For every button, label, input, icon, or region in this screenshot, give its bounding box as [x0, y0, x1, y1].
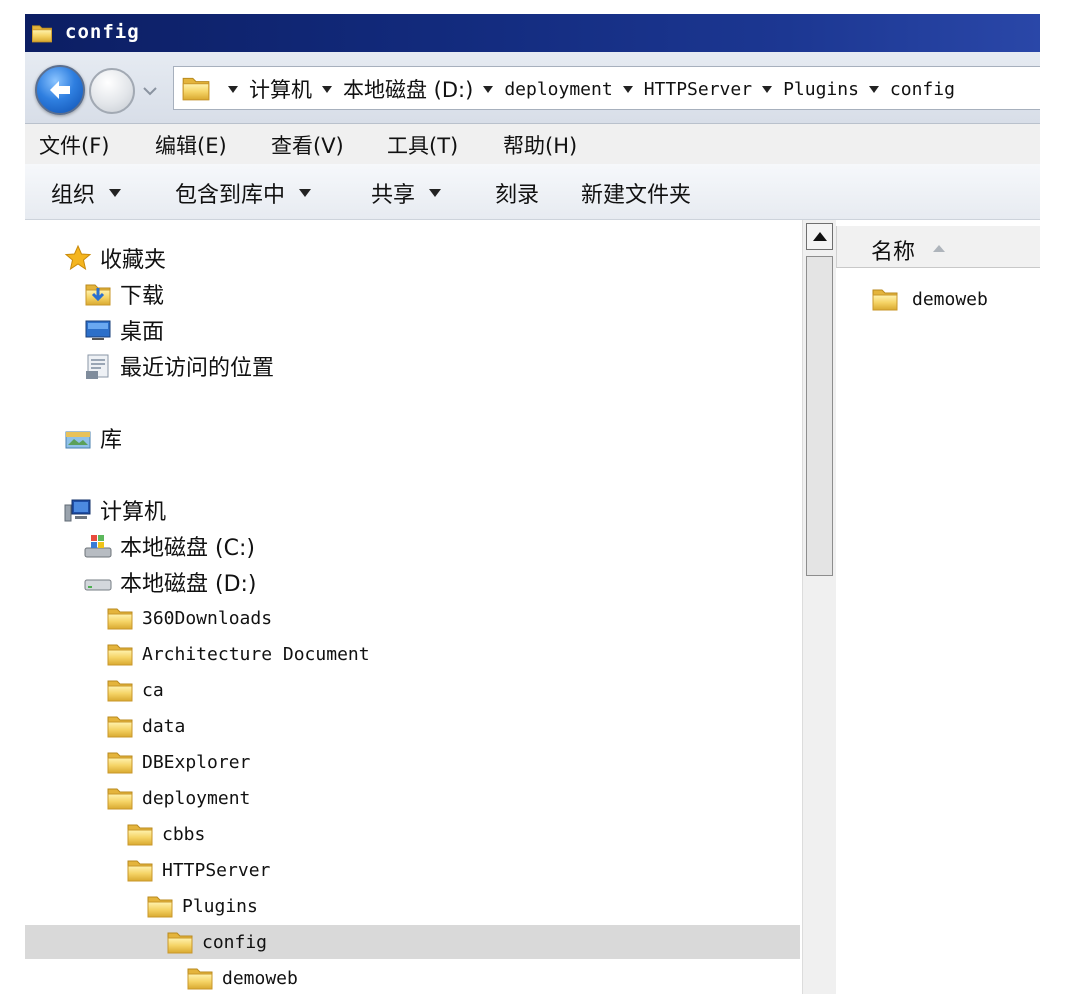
- column-header-name[interactable]: 名称: [836, 226, 1040, 268]
- folder-icon: [105, 603, 135, 633]
- menu-edit[interactable]: 编辑(E): [155, 130, 227, 160]
- menu-help[interactable]: 帮助(H): [503, 130, 577, 160]
- tree-folder-ca[interactable]: ca: [105, 673, 164, 707]
- forward-button[interactable]: [89, 68, 135, 114]
- history-chevron-icon[interactable]: [139, 80, 161, 102]
- dropdown-caret-icon: [299, 189, 312, 197]
- folder-icon: [180, 72, 212, 104]
- folder-icon: [165, 927, 195, 957]
- downloads-folder-icon: [83, 279, 113, 309]
- folder-icon: [125, 855, 155, 885]
- window-title: config: [65, 21, 140, 43]
- tree-folder-cbbs[interactable]: cbbs: [125, 817, 205, 851]
- breadcrumb-item-drive-d[interactable]: 本地磁盘 (D:): [312, 74, 473, 104]
- tree-item-recent-places[interactable]: 最近访问的位置: [83, 349, 274, 383]
- folder-icon: [105, 783, 135, 813]
- tree-folder-config[interactable]: config: [165, 925, 267, 959]
- libraries-icon: [65, 431, 91, 449]
- chevron-down-icon[interactable]: [322, 85, 332, 93]
- desktop-icon: [85, 320, 111, 340]
- breadcrumb-item-plugins[interactable]: Plugins: [752, 79, 859, 100]
- breadcrumb-item-config[interactable]: config: [859, 79, 955, 100]
- breadcrumb-item-httpserver[interactable]: HTTPServer: [613, 79, 752, 100]
- tree-item-drive-c[interactable]: 本地磁盘 (C:): [83, 529, 255, 563]
- share-button[interactable]: 共享: [371, 177, 442, 209]
- tree-folder-deployment[interactable]: deployment: [105, 781, 250, 815]
- explorer-window: config 计算机 本地磁盘 (D:) deployment HTTPServ…: [25, 14, 1040, 994]
- chevron-down-icon[interactable]: [762, 85, 773, 93]
- organize-button[interactable]: 组织: [51, 177, 122, 209]
- navigation-bar: 计算机 本地磁盘 (D:) deployment HTTPServer Plug…: [25, 52, 1040, 124]
- folder-icon: [185, 963, 215, 993]
- folder-icon: [105, 675, 135, 705]
- include-in-library-button[interactable]: 包含到库中: [175, 177, 312, 209]
- chevron-down-icon[interactable]: [228, 85, 238, 93]
- address-bar[interactable]: 计算机 本地磁盘 (D:) deployment HTTPServer Plug…: [173, 66, 1040, 110]
- menu-bar: 文件(F) 编辑(E) 查看(V) 工具(T) 帮助(H): [25, 124, 1040, 164]
- tree-scrollbar[interactable]: [802, 220, 836, 994]
- navigation-tree: 收藏夹 下载 桌面 最近访问的位置 库 计算机 本地磁盘 (C:) 本地磁盘 (…: [25, 220, 802, 994]
- scroll-up-button[interactable]: [806, 223, 833, 250]
- scroll-thumb[interactable]: [806, 256, 833, 576]
- tree-folder-360downloads[interactable]: 360Downloads: [105, 601, 272, 635]
- folder-icon: [125, 819, 155, 849]
- drive-icon: [84, 579, 112, 591]
- folder-icon: [105, 747, 135, 777]
- tree-item-drive-d[interactable]: 本地磁盘 (D:): [83, 565, 257, 599]
- burn-button[interactable]: 刻录: [495, 177, 539, 209]
- title-bar[interactable]: config: [25, 14, 1040, 52]
- star-icon: [64, 244, 92, 271]
- tree-item-desktop[interactable]: 桌面: [83, 313, 164, 347]
- tree-folder-data[interactable]: data: [105, 709, 185, 743]
- computer-icon: [64, 499, 91, 522]
- menu-file[interactable]: 文件(F): [39, 130, 109, 160]
- back-button[interactable]: [35, 65, 85, 115]
- recent-places-icon: [86, 354, 109, 379]
- dropdown-caret-icon: [429, 189, 442, 197]
- dropdown-caret-icon: [109, 189, 122, 197]
- menu-tools[interactable]: 工具(T): [387, 130, 458, 160]
- tree-item-downloads[interactable]: 下载: [83, 277, 164, 311]
- new-folder-button[interactable]: 新建文件夹: [581, 177, 691, 209]
- breadcrumb: 计算机 本地磁盘 (D:) deployment HTTPServer Plug…: [218, 67, 955, 109]
- sort-ascending-icon: [933, 245, 945, 252]
- tree-item-computer[interactable]: 计算机: [63, 493, 166, 527]
- back-arrow-icon: [50, 81, 70, 99]
- folder-icon: [105, 639, 135, 669]
- chevron-down-icon[interactable]: [622, 85, 633, 93]
- file-list-pane: 名称 demoweb: [836, 220, 1040, 994]
- chevron-down-icon[interactable]: [868, 85, 879, 93]
- tree-item-libraries[interactable]: 库: [63, 421, 122, 455]
- command-bar: 组织 包含到库中 共享 刻录 新建文件夹: [25, 164, 1040, 220]
- breadcrumb-item-computer[interactable]: 计算机: [218, 74, 312, 104]
- folder-icon: [105, 711, 135, 741]
- tree-folder-demoweb[interactable]: demoweb: [185, 961, 298, 994]
- list-item[interactable]: demoweb: [870, 284, 988, 314]
- tree-item-favorites[interactable]: 收藏夹: [63, 241, 166, 275]
- chevron-down-icon[interactable]: [483, 85, 494, 93]
- tree-folder-plugins[interactable]: Plugins: [145, 889, 258, 923]
- breadcrumb-item-deployment[interactable]: deployment: [473, 79, 613, 100]
- folder-icon: [870, 284, 900, 314]
- tree-folder-dbexplorer[interactable]: DBExplorer: [105, 745, 250, 779]
- folder-icon: [145, 891, 175, 921]
- menu-view[interactable]: 查看(V): [271, 130, 344, 160]
- system-drive-icon: [84, 535, 112, 558]
- tree-folder-architecture-document[interactable]: Architecture Document: [105, 637, 370, 671]
- folder-icon: [30, 21, 54, 45]
- tree-folder-httpserver[interactable]: HTTPServer: [125, 853, 270, 887]
- tree-row-selected-highlight: [25, 925, 800, 959]
